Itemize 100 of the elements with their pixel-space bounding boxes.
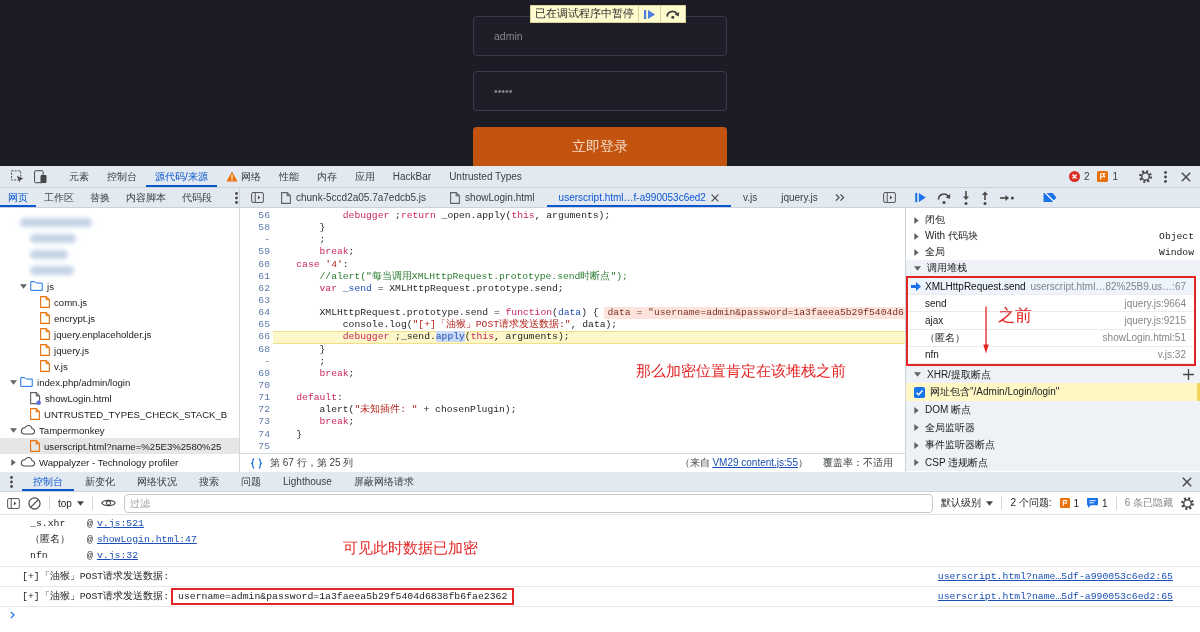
- tree-item[interactable]: index.php/admin/login: [0, 374, 239, 390]
- panel-tab[interactable]: 应用: [345, 166, 384, 187]
- call-frame[interactable]: XMLHttpRequest.send userscript.html…82%25B9.us…:67: [908, 278, 1194, 296]
- resume-icon[interactable]: [915, 192, 926, 203]
- source-link[interactable]: showLogin.html:47: [96, 533, 197, 545]
- eye-icon[interactable]: [100, 498, 116, 508]
- source-link[interactable]: v.js:521: [96, 517, 144, 529]
- step-over-icon[interactable]: [666, 9, 680, 19]
- call-frame[interactable]: （匿名） showLogin.html:51: [908, 329, 1194, 347]
- device-icon[interactable]: [34, 169, 47, 184]
- section-header[interactable]: 事件监听器断点: [906, 436, 1200, 454]
- tree-item[interactable]: showLogin.html: [0, 390, 239, 406]
- navigator-tab[interactable]: 内容脚本: [118, 188, 174, 207]
- scope-item[interactable]: 闭包: [906, 212, 1200, 228]
- navigator-tab[interactable]: 代码段: [174, 188, 220, 207]
- caret-down-icon[interactable]: [914, 372, 921, 378]
- inspect-icon[interactable]: [11, 170, 24, 183]
- file-tab[interactable]: chunk-5ccd2a05.7a7edcb5.js: [269, 188, 439, 207]
- drawer-tab[interactable]: 屏蔽网络请求: [342, 472, 425, 491]
- step-icon[interactable]: [1000, 193, 1014, 202]
- checkbox[interactable]: [914, 386, 925, 398]
- source-link[interactable]: v.js:32: [96, 549, 139, 561]
- navigator-tab[interactable]: 替换: [82, 188, 118, 207]
- close-icon[interactable]: [1182, 476, 1192, 487]
- password-field[interactable]: •••••: [473, 71, 727, 111]
- settings-icon[interactable]: [1181, 496, 1194, 510]
- source-link[interactable]: VM29 content.js:55: [712, 457, 798, 468]
- tree-item[interactable]: userscript.html?name=%25E3%2580%25: [0, 438, 239, 454]
- drawer-tab[interactable]: 新变化: [74, 472, 126, 491]
- step-out-icon[interactable]: [981, 190, 989, 205]
- drawer-tab[interactable]: 搜索: [188, 472, 230, 491]
- caret-right-icon[interactable]: [914, 406, 919, 414]
- tree-item[interactable]: v.js: [0, 358, 239, 374]
- more-icon[interactable]: [10, 475, 13, 488]
- step-over-icon[interactable]: [937, 191, 951, 204]
- caret-right-icon[interactable]: [914, 248, 919, 256]
- panel-tab[interactable]: 内存: [307, 166, 346, 187]
- clear-icon[interactable]: [28, 496, 41, 510]
- caret-right-icon[interactable]: [914, 216, 919, 224]
- tree-item[interactable]: encrypt.js: [0, 310, 239, 326]
- drawer-tab[interactable]: 网络状况: [126, 472, 188, 491]
- navigator-tab[interactable]: 网页: [0, 188, 36, 207]
- sidebar-toggle-icon[interactable]: [883, 192, 896, 203]
- section-header[interactable]: 调用堆栈: [906, 260, 1200, 276]
- login-button[interactable]: 立即登录: [473, 127, 727, 166]
- sidebar-icon[interactable]: [7, 497, 20, 509]
- close-icon[interactable]: [1181, 171, 1191, 182]
- panel-tab[interactable]: Untrusted Types: [440, 166, 531, 187]
- more-icon[interactable]: [235, 191, 238, 204]
- scope-item[interactable]: With 代码块 Object: [906, 228, 1200, 244]
- caret-down-icon[interactable]: [914, 265, 921, 271]
- pretty-print-icon[interactable]: [250, 457, 263, 469]
- plus-icon[interactable]: [1183, 369, 1194, 381]
- drawer-tab[interactable]: 问题: [230, 472, 272, 491]
- navigator-tab[interactable]: 工作区: [36, 188, 82, 207]
- caret-right-icon[interactable]: [10, 458, 16, 466]
- caret-down-icon[interactable]: [9, 427, 17, 433]
- section-header[interactable]: DOM 断点: [906, 401, 1200, 419]
- caret-right-icon[interactable]: [914, 459, 919, 467]
- close-icon[interactable]: [710, 193, 719, 202]
- filter-field[interactable]: 过滤: [123, 493, 934, 513]
- tree-item[interactable]: jquery.enplaceholder.js: [0, 326, 239, 342]
- prompt-icon[interactable]: [10, 610, 15, 619]
- more-icon[interactable]: [1164, 170, 1167, 183]
- tree-item[interactable]: UNTRUSTED_TYPES_CHECK_STACK_B: [0, 406, 239, 422]
- tree-item[interactable]: js: [0, 278, 239, 294]
- drawer-tab[interactable]: 控制台: [22, 472, 74, 491]
- file-tab[interactable]: showLogin.html: [438, 188, 547, 207]
- panel-tab[interactable]: HackBar: [383, 166, 441, 187]
- file-tab[interactable]: userscript.html…f-a990053c6ed2: [546, 188, 731, 207]
- source-link[interactable]: userscript.html?name…5df-a990053c6ed2:65: [937, 591, 1173, 602]
- panel-tab[interactable]: 网络: [216, 166, 270, 187]
- caret-down-icon[interactable]: [19, 283, 27, 289]
- panel-tab[interactable]: 源代码/来源: [146, 166, 217, 187]
- settings-icon[interactable]: [1139, 170, 1152, 183]
- caret-right-icon[interactable]: [914, 232, 919, 240]
- tree-item[interactable]: jquery.js: [0, 342, 239, 358]
- context-selector[interactable]: top: [58, 497, 84, 509]
- sidebar-toggle-icon[interactable]: [251, 192, 264, 203]
- level-dropdown[interactable]: 默认级别: [941, 496, 994, 510]
- breakpoint-row[interactable]: 网址包含"/Admin/Login/login": [906, 383, 1200, 402]
- panel-tab[interactable]: 性能: [269, 166, 308, 187]
- step-into-icon[interactable]: [962, 190, 970, 205]
- call-frame[interactable]: nfn v.js:32: [908, 346, 1194, 364]
- deactivate-breakpoints-icon[interactable]: [1042, 192, 1057, 203]
- panel-tab[interactable]: 元素: [60, 166, 98, 187]
- file-tab[interactable]: v.js: [730, 188, 770, 207]
- tree-item[interactable]: Tampermonkey: [0, 422, 239, 438]
- resume-icon[interactable]: [644, 8, 655, 20]
- chevrons-right-icon[interactable]: [834, 193, 845, 202]
- caret-right-icon[interactable]: [914, 441, 919, 449]
- scope-item[interactable]: 全局 Window: [906, 244, 1200, 260]
- caret-down-icon[interactable]: [9, 379, 17, 385]
- tree-item[interactable]: Wappalyzer - Technology profiler: [0, 454, 239, 470]
- file-tab[interactable]: jquery.js: [769, 188, 830, 207]
- source-link[interactable]: userscript.html?name…5df-a990053c6ed2:65: [937, 571, 1173, 582]
- panel-tab[interactable]: 控制台: [98, 166, 146, 187]
- tree-item[interactable]: comn.js: [0, 294, 239, 310]
- caret-right-icon[interactable]: [914, 424, 919, 432]
- drawer-tab[interactable]: Lighthouse: [272, 472, 343, 491]
